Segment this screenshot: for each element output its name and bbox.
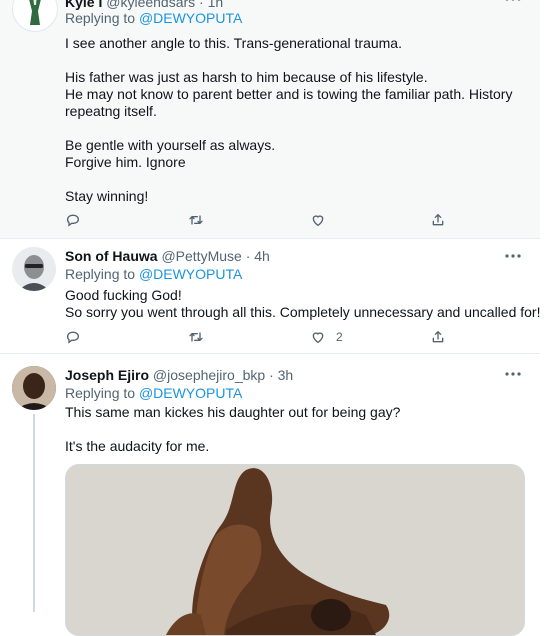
replying-to-label: Replying to [65, 10, 139, 26]
tweet-text: Good fucking God! So sorry you went thro… [65, 287, 540, 321]
heart-icon [312, 332, 324, 343]
reply-button[interactable] [65, 328, 81, 346]
tweet-card[interactable]: Son of Hauwa @PettyMuse · 4h Replying to… [0, 239, 540, 354]
replying-to: Replying to @DEWYOPUTA [65, 10, 242, 26]
tweet-text-line: repeatng itself. [65, 103, 157, 119]
tweet-text: This same man kickes his daughter out fo… [65, 404, 400, 455]
like-button[interactable]: 2 [310, 328, 343, 346]
tweet-text-line: So sorry you went through all this. Comp… [65, 304, 541, 320]
handle-and-time[interactable]: @PettyMuse · 4h [161, 248, 269, 264]
tweet-text-line: He may not know to parent better and is … [65, 86, 513, 102]
share-icon [432, 214, 444, 226]
tweet-actions: 2 [65, 328, 475, 346]
tweet-header: Kyle I @kyleendsars · 1h [65, 0, 223, 10]
avatar[interactable] [12, 366, 56, 410]
tweet-card[interactable]: Joseph Ejiro @josephejiro_bkp · 3h Reply… [0, 354, 540, 636]
handle-and-time[interactable]: @kyleendsars · 1h [106, 0, 223, 10]
mention-link[interactable]: @DEWYOPUTA [139, 10, 242, 26]
replying-to: Replying to @DEWYOPUTA [65, 266, 242, 282]
avatar[interactable] [12, 0, 58, 32]
share-icon [432, 331, 444, 343]
display-name[interactable]: Kyle I [65, 0, 102, 10]
retweet-icon [189, 332, 203, 342]
tweet-text-line: This same man kickes his daughter out fo… [65, 404, 401, 420]
tweet-card[interactable]: Kyle I @kyleendsars · 1h Replying to @DE… [0, 0, 540, 239]
mention-link[interactable]: @DEWYOPUTA [139, 266, 242, 282]
display-name[interactable]: Joseph Ejiro [65, 367, 149, 383]
replying-to-label: Replying to [65, 385, 139, 401]
tweet-text: I see another angle to this. Trans-gener… [65, 35, 512, 205]
like-count: 2 [336, 330, 343, 344]
reply-button[interactable] [65, 211, 81, 229]
tweet-text-line: I see another angle to this. Trans-gener… [65, 35, 402, 51]
thread-line [33, 414, 35, 612]
tweet-text-line: His father was just as harsh to him beca… [65, 69, 428, 85]
tweet-text-line: Good fucking God! [65, 287, 182, 303]
heart-icon [312, 215, 324, 226]
retweet-button[interactable] [188, 328, 204, 346]
retweet-icon [189, 215, 203, 225]
tweet-text-line: Stay winning! [65, 188, 149, 204]
like-button[interactable] [310, 211, 336, 229]
mention-link[interactable]: @DEWYOPUTA [139, 385, 242, 401]
share-button[interactable] [430, 328, 446, 346]
tweet-text-line: It's the audacity for me. [65, 438, 210, 454]
replying-to-label: Replying to [65, 266, 139, 282]
tweet-image[interactable] [65, 464, 525, 636]
tweet-text-line: Be gentle with yourself as always. [65, 137, 276, 153]
avatar[interactable] [12, 247, 56, 291]
tweet-text-line: Forgive him. Ignore [65, 154, 186, 170]
more-icon[interactable] [504, 0, 522, 2]
more-icon[interactable] [504, 371, 522, 377]
replying-to: Replying to @DEWYOPUTA [65, 385, 242, 401]
reply-icon [66, 331, 79, 344]
display-name[interactable]: Son of Hauwa [65, 248, 158, 264]
retweet-button[interactable] [188, 211, 204, 229]
more-icon[interactable] [504, 253, 522, 259]
share-button[interactable] [430, 211, 446, 229]
tweet-header: Joseph Ejiro @josephejiro_bkp · 3h [65, 367, 293, 383]
reply-icon [66, 214, 79, 227]
handle-and-time[interactable]: @josephejiro_bkp · 3h [153, 367, 293, 383]
tweet-actions [65, 211, 475, 229]
tweet-header: Son of Hauwa @PettyMuse · 4h [65, 248, 270, 264]
